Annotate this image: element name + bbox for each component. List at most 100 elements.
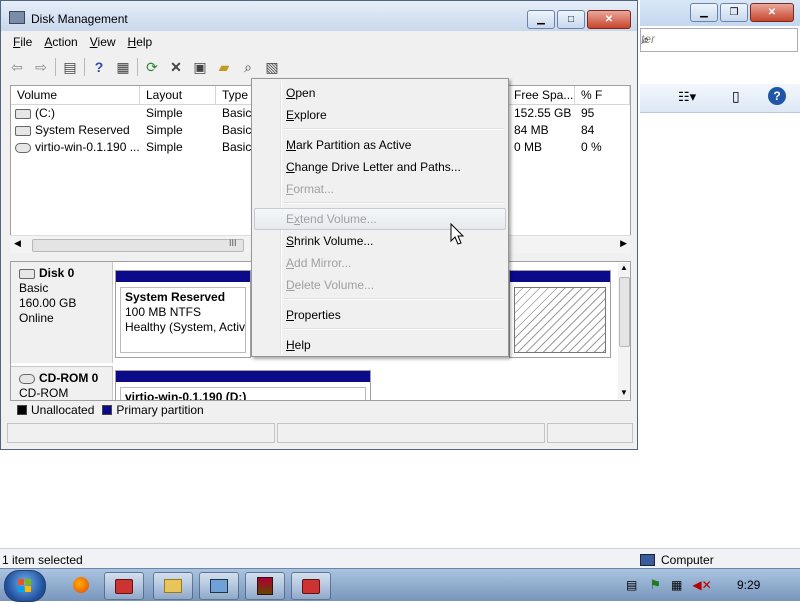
partition-type-bar <box>510 271 610 282</box>
folder-icon[interactable] <box>153 572 193 600</box>
restore-icon[interactable]: ❐ <box>720 3 748 22</box>
cdrom-0-label[interactable]: CD-ROM 0 CD-ROM <box>11 366 113 400</box>
open-folder-icon[interactable]: ▰ <box>214 57 234 77</box>
menu-item-format[interactable]: Format... <box>254 178 506 200</box>
close-icon[interactable]: ✕ <box>587 10 631 29</box>
back-arrow-icon[interactable]: ⇦ <box>7 57 27 77</box>
maximize-icon[interactable]: □ <box>557 10 585 29</box>
menu-item-explore[interactable]: Explore <box>254 104 506 126</box>
menu-file[interactable]: File <box>7 33 38 53</box>
column-layout[interactable]: Layout <box>140 86 216 104</box>
toolbox-icon[interactable] <box>104 572 144 600</box>
clock[interactable]: 9:29 <box>737 578 760 592</box>
menu-item-properties[interactable]: Properties <box>254 304 506 326</box>
settings-icon[interactable]: ▣ <box>190 57 210 77</box>
properties-icon[interactable]: ▦ <box>113 57 133 77</box>
refresh-icon[interactable]: ⟳ <box>142 57 162 77</box>
partition-info: System Reserved 100 MB NTFS Healthy (Sys… <box>120 287 246 353</box>
scrollbar-thumb[interactable]: III <box>32 238 244 252</box>
menu-item-delete-volume[interactable]: Delete Volume... <box>254 274 506 296</box>
partition-system-reserved[interactable]: System Reserved 100 MB NTFS Healthy (Sys… <box>115 270 251 358</box>
menu-item-shrink-volume[interactable]: Shrink Volume... <box>254 230 506 252</box>
help-icon[interactable]: ? <box>768 87 786 105</box>
partition-detail: 100 MB NTFS <box>125 305 202 319</box>
legend-swatch-unallocated <box>17 405 27 415</box>
background-caption-buttons: ▁ ❐ ✕ <box>690 3 794 22</box>
volume-free-space: 0 MB <box>514 140 543 154</box>
notes-icon[interactable]: ▤ <box>626 578 637 592</box>
toolbar-separator <box>55 58 56 76</box>
menu-action[interactable]: Action <box>38 33 83 53</box>
menu-item-change-drive-letter[interactable]: Change Drive Letter and Paths... <box>254 156 506 178</box>
column-volume[interactable]: Volume <box>11 86 140 104</box>
volume-layout: Simple <box>146 140 183 154</box>
mouse-cursor-icon <box>450 222 465 245</box>
scroll-down-icon[interactable]: ▼ <box>620 388 628 397</box>
console-tree-icon[interactable]: ▤ <box>60 57 80 77</box>
partition-selected-hatch <box>514 287 606 353</box>
caption-buttons: ▁ □ ✕ <box>527 10 631 29</box>
cd-drive-icon <box>19 373 35 384</box>
menu-item-extend-volume[interactable]: Extend Volume... <box>254 208 506 230</box>
vertical-scrollbar[interactable]: ▲ ▼ <box>618 263 630 399</box>
volume-name: System Reserved <box>35 123 130 137</box>
drive-icon <box>15 108 31 119</box>
preview-pane-icon[interactable]: ▯ <box>732 88 740 105</box>
scrollbar-thumb[interactable] <box>619 277 630 347</box>
delete-icon[interactable]: ✕ <box>166 57 186 77</box>
window-titlebar[interactable]: Disk Management ▁ □ ✕ <box>1 1 637 31</box>
help-icon[interactable]: ? <box>89 57 109 77</box>
windows-logo-icon <box>18 579 31 592</box>
partition-virtio-win[interactable]: virtio-win-0.1.190 (D:) <box>115 370 371 400</box>
start-button[interactable] <box>4 570 46 602</box>
volume-name: virtio-win-0.1.190 ... <box>35 140 140 154</box>
search-input[interactable]: ter ⌕ <box>640 28 798 52</box>
disk-management-icon <box>9 11 25 24</box>
disk-status: Online <box>19 311 54 325</box>
minimize-icon[interactable]: ▁ <box>527 10 555 29</box>
legend-swatch-primary <box>102 405 113 415</box>
close-icon[interactable]: ✕ <box>750 3 794 22</box>
menu-view[interactable]: View <box>84 33 122 53</box>
action-center-icon[interactable]: ⚑ <box>649 577 661 593</box>
computer-icon <box>640 554 655 566</box>
menu-item-mark-active[interactable]: Mark Partition as Active <box>254 134 506 156</box>
forward-arrow-icon[interactable]: ⇨ <box>31 57 51 77</box>
toolbox-icon[interactable] <box>291 572 331 600</box>
menu-help[interactable]: Help <box>122 33 159 53</box>
partition-health: Healthy (System, Active <box>125 320 246 334</box>
menu-item-add-mirror[interactable]: Add Mirror... <box>254 252 506 274</box>
disk-icon[interactable]: ▧ <box>262 57 282 77</box>
view-options-icon[interactable]: ☷▾ <box>678 89 696 105</box>
scroll-right-icon[interactable]: ▶ <box>620 238 627 249</box>
window-status-bar <box>7 423 633 445</box>
menu-item-help[interactable]: Help <box>254 334 506 356</box>
menu-item-open[interactable]: Open <box>254 82 506 104</box>
location-status: Computer <box>640 553 714 567</box>
column-percent-free[interactable]: % F <box>575 86 630 104</box>
search-icon[interactable]: ⌕ <box>641 32 793 48</box>
archive-icon[interactable] <box>245 572 285 600</box>
partition-c-drive[interactable] <box>509 270 611 358</box>
partition-name: virtio-win-0.1.190 (D:) <box>120 387 366 400</box>
minimize-icon[interactable]: ▁ <box>690 3 718 22</box>
background-titlebar: ▁ ❐ ✕ <box>640 0 800 26</box>
scroll-up-icon[interactable]: ▲ <box>620 263 628 272</box>
disk-name: CD-ROM 0 <box>39 371 99 385</box>
selection-status: 1 item selected <box>2 553 83 567</box>
disk-0-label[interactable]: Disk 0 Basic 160.00 GB Online <box>11 262 113 363</box>
column-free-space[interactable]: Free Spa... <box>508 86 575 104</box>
network-icon[interactable]: ▦ <box>671 578 682 592</box>
firefox-icon[interactable] <box>62 572 100 598</box>
window-title: Disk Management <box>31 12 128 26</box>
remote-desktop-icon[interactable] <box>199 572 239 600</box>
volume-layout: Simple <box>146 106 183 120</box>
menu-separator <box>284 128 504 130</box>
volume-muted-icon[interactable]: ◀✕ <box>692 578 711 592</box>
status-cell <box>277 423 545 443</box>
search-icon[interactable]: ⌕ <box>238 57 258 77</box>
status-cell <box>547 423 633 443</box>
scroll-left-icon[interactable]: ◀ <box>14 238 21 249</box>
partition-type-bar <box>116 271 250 282</box>
menu-separator <box>284 202 504 204</box>
